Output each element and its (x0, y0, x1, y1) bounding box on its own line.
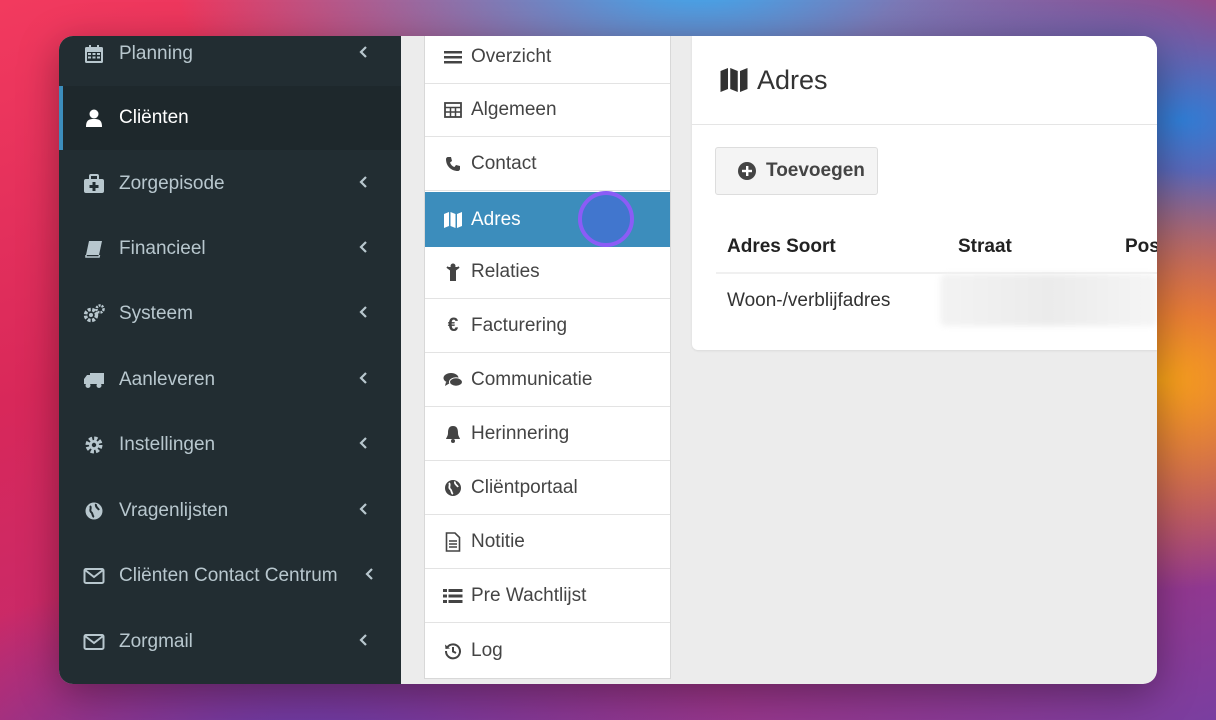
map-icon (443, 210, 463, 230)
truck-icon (83, 369, 105, 391)
sidebar-item-label: Financieel (119, 238, 206, 259)
table-header: Adres Soort Straat Pos (716, 220, 1157, 274)
subnav-item-communicatie[interactable]: Communicatie (425, 354, 670, 407)
main-sidebar: Planning Cliënten Zorgepisode Financieel (59, 36, 401, 684)
sidebar-item-label: Cliënten (119, 107, 189, 128)
chevron-left-icon (359, 176, 367, 188)
subnav-item-log[interactable]: Log (425, 624, 670, 677)
chevron-left-icon (359, 634, 367, 646)
sidebar-item-label: Aanleveren (119, 369, 216, 390)
add-button-label: Toevoegen (766, 160, 865, 181)
sidebar-item-financieel[interactable]: Financieel (59, 217, 401, 281)
sidebar-item-zorgepisode[interactable]: Zorgepisode (59, 152, 401, 216)
sidebar-item-systeem[interactable]: Systeem (59, 282, 401, 346)
subnav-item-label: Adres (471, 208, 521, 230)
chevron-left-icon (359, 46, 367, 58)
chevron-left-icon (359, 306, 367, 318)
sidebar-item-zorgmail[interactable]: Zorgmail (59, 610, 401, 674)
sidebar-item-label: Vragenlijsten (119, 500, 229, 521)
click-indicator (578, 191, 634, 247)
subnav-item-herinnering[interactable]: Herinnering (425, 408, 670, 461)
client-subnav: Overzicht Algemeen Contact Adres Relatie… (424, 36, 671, 679)
page-title: Adres (757, 64, 828, 95)
add-address-button[interactable]: Toevoegen (715, 147, 878, 195)
file-text-icon (443, 532, 463, 552)
sidebar-item-aanleveren[interactable]: Aanleveren (59, 348, 401, 412)
subnav-item-label: Algemeen (471, 99, 557, 120)
chevron-left-icon (359, 241, 367, 253)
subnav-item-label: Pre Wachtlijst (471, 585, 587, 606)
subnav-item-label: Contact (471, 153, 537, 174)
column-header-adres-soort: Adres Soort (727, 236, 836, 257)
gear-icon (83, 434, 105, 456)
panel-header: Adres (692, 36, 1157, 125)
subnav-item-label: Overzicht (471, 46, 552, 67)
subnav-item-label: Relaties (471, 261, 540, 282)
bell-icon (443, 424, 463, 444)
plus-circle-icon (738, 162, 756, 180)
chevron-left-icon (359, 503, 367, 515)
sidebar-item-label: Zorgmail (119, 631, 193, 652)
globe-icon (443, 478, 463, 498)
table-icon (443, 100, 463, 120)
euro-icon: € (447, 315, 459, 336)
subnav-item-label: Cliëntportaal (471, 477, 578, 498)
subnav-item-facturering[interactable]: € Facturering (425, 300, 670, 353)
subnav-item-label: Facturering (471, 315, 568, 336)
envelope-icon (83, 565, 105, 587)
sidebar-item-label: Planning (119, 43, 193, 64)
app-window: Planning Cliënten Zorgepisode Financieel (59, 36, 1157, 684)
subnav-item-contact[interactable]: Contact (425, 138, 670, 191)
subnav-item-label: Herinnering (471, 423, 570, 444)
envelope-icon (83, 631, 105, 653)
user-icon (83, 107, 105, 129)
chevron-left-icon (359, 372, 367, 384)
sidebar-item-label: Instellingen (119, 434, 216, 455)
medkit-icon (83, 173, 105, 195)
redacted-address-cell (940, 274, 1157, 326)
chevron-left-icon (365, 568, 373, 580)
book-icon (83, 238, 105, 260)
address-type-cell: Woon-/verblijfadres (727, 290, 891, 311)
column-header-postcode: Pos (1125, 236, 1157, 257)
subnav-item-algemeen[interactable]: Algemeen (425, 84, 670, 137)
child-icon (443, 262, 463, 282)
sidebar-item-label: Cliënten Contact Centrum (119, 565, 338, 586)
column-header-straat: Straat (958, 236, 1012, 257)
globe-icon (83, 500, 105, 522)
map-icon (719, 66, 749, 94)
bars-icon (443, 47, 463, 67)
comments-icon (443, 370, 463, 390)
sidebar-item-planning[interactable]: Planning (59, 36, 401, 86)
sidebar-item-label: Zorgepisode (119, 173, 225, 194)
chevron-left-icon (359, 437, 367, 449)
sidebar-item-instellingen[interactable]: Instellingen (59, 413, 401, 477)
subnav-item-notitie[interactable]: Notitie (425, 516, 670, 569)
subnav-item-relaties[interactable]: Relaties (425, 246, 670, 299)
sidebar-item-label: Systeem (119, 303, 193, 324)
history-icon (443, 641, 463, 661)
subnav-item-label: Communicatie (471, 369, 593, 390)
list-icon (443, 586, 463, 606)
sidebar-item-vragenlijsten[interactable]: Vragenlijsten (59, 479, 401, 543)
sidebar-item-clienten-contact-centrum[interactable]: Cliënten Contact Centrum (59, 544, 401, 608)
subnav-item-label: Notitie (471, 531, 525, 552)
address-panel: Adres Toevoegen Adres Soort Straat Pos W… (692, 36, 1157, 350)
subnav-item-clientportaal[interactable]: Cliëntportaal (425, 462, 670, 515)
sidebar-item-clienten[interactable]: Cliënten (59, 86, 401, 150)
subnav-item-pre-wachtlijst[interactable]: Pre Wachtlijst (425, 570, 670, 623)
subnav-item-overzicht[interactable]: Overzicht (425, 36, 670, 84)
calendar-icon (83, 43, 105, 65)
cogs-icon (83, 303, 105, 325)
subnav-item-label: Log (471, 639, 503, 661)
phone-icon (443, 154, 463, 174)
